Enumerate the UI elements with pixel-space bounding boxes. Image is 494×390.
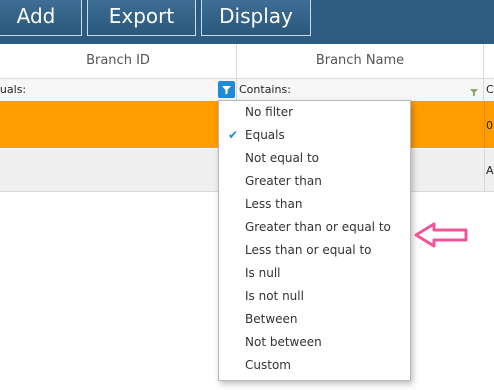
filter-button[interactable]: [468, 84, 480, 97]
arrow-left-icon: [414, 222, 468, 248]
menu-item-not-between[interactable]: Not between: [219, 331, 410, 354]
filter-button[interactable]: [218, 81, 235, 98]
column-header-label: Branch ID: [86, 53, 150, 68]
funnel-icon: [470, 89, 478, 97]
menu-item-label: Between: [245, 312, 298, 326]
add-button[interactable]: Add: [0, 0, 82, 36]
table-cell: A: [486, 164, 494, 177]
menu-item-less-than-or-equal-to[interactable]: Less than or equal to: [219, 239, 410, 262]
column-header-branch-id[interactable]: Branch ID: [0, 44, 237, 78]
export-button-label: Export: [108, 4, 175, 28]
filter-operator-label: C: [486, 83, 494, 96]
column-header-next[interactable]: [484, 44, 494, 78]
filter-operator-label: Contains:: [239, 83, 291, 96]
menu-item-label: Less than: [245, 197, 303, 211]
check-icon: ✔: [228, 128, 239, 142]
toolbar: Add Export Display: [0, 0, 494, 44]
filter-cell-next: C: [484, 79, 494, 101]
menu-item-less-than[interactable]: Less than: [219, 193, 410, 216]
menu-item-label: No filter: [245, 105, 294, 119]
add-button-label: Add: [16, 4, 56, 28]
filter-operator-label: Equals:: [0, 83, 27, 96]
column-header-label: Branch Name: [315, 53, 405, 68]
menu-item-label: Is not null: [245, 289, 304, 303]
filter-cell-branch-name: Contains:: [237, 79, 484, 101]
grid-header-row: Branch ID Branch Name: [0, 44, 494, 79]
display-button[interactable]: Display: [201, 0, 311, 36]
menu-item-custom[interactable]: Custom: [219, 354, 410, 377]
filter-menu: No filter ✔ Equals Not equal to Greater …: [218, 100, 411, 381]
menu-item-no-filter[interactable]: No filter: [219, 101, 410, 124]
table-cell: 0: [486, 119, 493, 132]
column-header-branch-name[interactable]: Branch Name: [237, 44, 484, 78]
funnel-icon: [222, 86, 231, 95]
menu-item-between[interactable]: Between: [219, 308, 410, 331]
menu-item-label: Greater than: [245, 174, 322, 188]
menu-item-is-not-null[interactable]: Is not null: [219, 285, 410, 308]
menu-item-label: Is null: [245, 266, 281, 280]
menu-item-label: Greater than or equal to: [245, 220, 391, 234]
menu-item-is-null[interactable]: Is null: [219, 262, 410, 285]
filter-row: Equals: Contains: C: [0, 79, 494, 102]
filter-cell-branch-id: Equals:: [0, 79, 237, 101]
menu-item-label: Not equal to: [245, 151, 319, 165]
column-divider: [484, 149, 485, 191]
column-divider: [484, 101, 485, 148]
menu-item-not-equal-to[interactable]: Not equal to: [219, 147, 410, 170]
display-button-label: Display: [219, 4, 293, 28]
menu-item-greater-than[interactable]: Greater than: [219, 170, 410, 193]
menu-item-label: Custom: [245, 358, 291, 372]
menu-item-greater-than-or-equal-to[interactable]: Greater than or equal to: [219, 216, 410, 239]
export-button[interactable]: Export: [87, 0, 196, 36]
menu-item-label: Equals: [245, 128, 285, 142]
menu-item-label: Not between: [245, 335, 322, 349]
menu-item-label: Less than or equal to: [245, 243, 372, 257]
menu-item-equals[interactable]: ✔ Equals: [219, 124, 410, 147]
